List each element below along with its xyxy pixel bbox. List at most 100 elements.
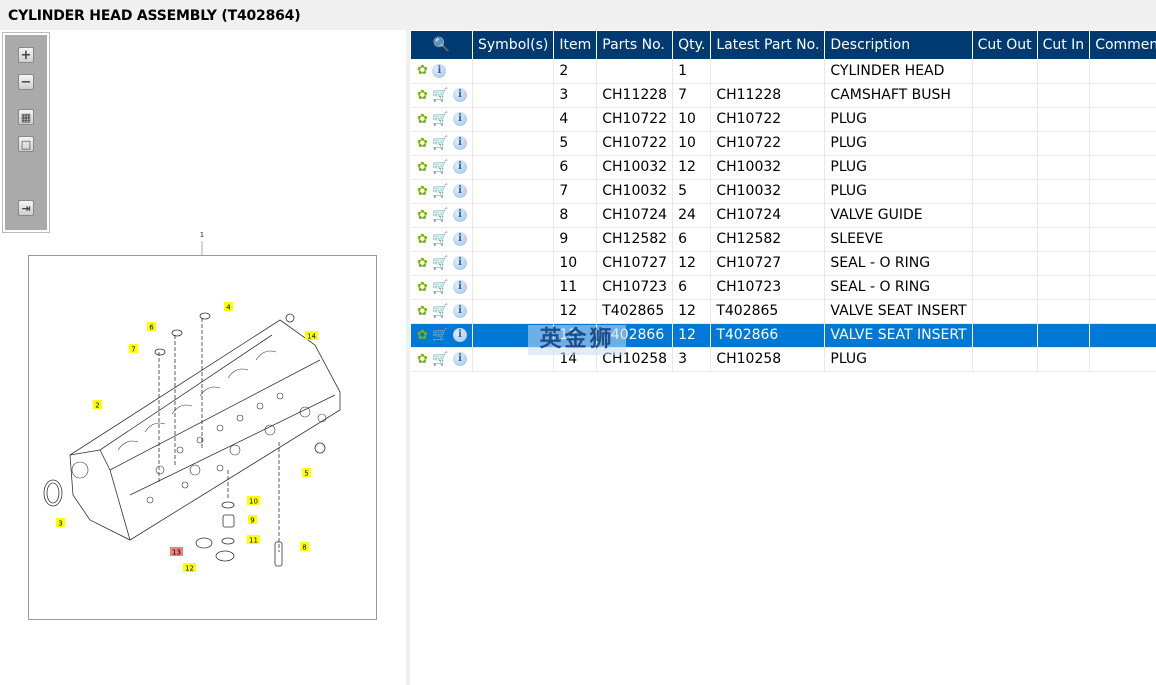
cell-cut-in <box>1037 179 1091 204</box>
info-icon[interactable]: i <box>453 232 467 246</box>
cell-qty: 10 <box>672 107 712 132</box>
cell-part-no: CH10722 <box>596 131 674 156</box>
fit-window-button[interactable]: □ <box>18 136 34 152</box>
row-actions: ✿ 🛒 i <box>411 83 473 108</box>
cart-icon[interactable]: 🛒 <box>432 88 448 103</box>
column-header-cut-in[interactable]: Cut In <box>1037 31 1091 59</box>
callout-3: 3 <box>56 518 65 528</box>
table-row[interactable]: ✿ 🛒 i 5 CH10722 10 CH10722 PLUG <box>411 131 1156 156</box>
gear-icon[interactable]: ✿ <box>417 136 428 151</box>
cell-latest-part-no <box>710 59 826 84</box>
panel-splitter[interactable] <box>406 30 410 685</box>
svg-text:7: 7 <box>131 346 135 354</box>
cart-icon[interactable]: 🛒 <box>432 352 448 367</box>
gear-icon[interactable]: ✿ <box>417 160 428 175</box>
cart-icon[interactable]: 🛒 <box>432 112 448 127</box>
info-icon[interactable]: i <box>453 328 467 342</box>
info-icon[interactable]: i <box>432 63 447 78</box>
cart-icon[interactable]: 🛒 <box>432 232 448 247</box>
table-row[interactable]: ✿ 🛒 i 8 CH10724 24 CH10724 VALVE GUIDE <box>411 203 1156 228</box>
column-header-symbols[interactable]: Symbol(s) <box>472 31 555 59</box>
zoom-in-button[interactable]: + <box>18 47 34 63</box>
gear-icon[interactable]: ✿ <box>417 232 428 247</box>
info-icon[interactable]: i <box>453 256 467 270</box>
gear-icon[interactable]: ✿ <box>417 328 428 343</box>
cell-cut-out <box>972 299 1038 324</box>
gear-icon[interactable]: ✿ <box>417 63 428 78</box>
column-header-item[interactable]: Item <box>553 31 598 59</box>
gear-icon[interactable]: ✿ <box>417 112 428 127</box>
table-row[interactable]: ✿ 🛒 i 3 CH11228 7 CH11228 CAMSHAFT BUSH <box>411 83 1156 108</box>
cell-item: 9 <box>553 227 598 252</box>
cart-icon[interactable]: 🛒 <box>432 208 448 223</box>
figure-label: 1 <box>200 231 204 239</box>
export-button[interactable]: ⇥ <box>18 200 34 216</box>
gear-icon[interactable]: ✿ <box>417 352 428 367</box>
cell-symbols <box>472 203 555 228</box>
cell-symbols <box>472 107 555 132</box>
page-title: CYLINDER HEAD ASSEMBLY (T402864) <box>8 8 301 24</box>
cell-part-no <box>596 59 674 84</box>
info-icon[interactable]: i <box>453 88 467 102</box>
cell-item: 3 <box>553 83 598 108</box>
drawing-panel[interactable]: 1 2 3 4 5 6 7 8 9 10 11 12 13 14 + − ▦ □… <box>0 30 406 685</box>
cell-item: 7 <box>553 179 598 204</box>
cell-latest-part-no: CH10722 <box>710 107 826 132</box>
info-icon[interactable]: i <box>453 208 467 222</box>
gear-icon[interactable]: ✿ <box>417 88 428 103</box>
column-search-header[interactable]: 🔍 <box>411 31 473 59</box>
table-row[interactable]: ✿ 🛒 i 6 CH10032 12 CH10032 PLUG <box>411 155 1156 180</box>
cart-icon[interactable]: 🛒 <box>432 184 448 199</box>
cell-item: 11 <box>553 275 598 300</box>
info-icon[interactable]: i <box>453 136 467 150</box>
svg-text:5: 5 <box>304 470 308 478</box>
table-row[interactable]: ✿ 🛒 i 11 CH10723 6 CH10723 SEAL - O RING <box>411 275 1156 300</box>
info-icon[interactable]: i <box>453 352 467 366</box>
search-icon[interactable]: 🔍 <box>433 37 450 53</box>
cell-comment <box>1089 323 1156 348</box>
cell-latest-part-no: CH11228 <box>710 83 826 108</box>
table-row[interactable]: ✿ 🛒 i 12 T402865 12 T402865 VALVE SEAT I… <box>411 299 1156 324</box>
cell-cut-in <box>1037 203 1091 228</box>
table-row[interactable]: ✿ 🛒 i 13 T402866 12 T402866 VALVE SEAT I… <box>411 323 1156 348</box>
column-header-parts-no[interactable]: Parts No. <box>596 31 674 59</box>
gear-icon[interactable]: ✿ <box>417 184 428 199</box>
table-row[interactable]: ✿ i 2 1 CYLINDER HEAD <box>411 59 1156 84</box>
info-icon[interactable]: i <box>453 280 467 294</box>
column-header-description[interactable]: Description <box>824 31 973 59</box>
info-icon[interactable]: i <box>453 112 467 126</box>
exploded-drawing[interactable]: 1 2 3 4 5 6 7 8 9 10 11 12 13 14 <box>0 30 406 685</box>
cart-icon[interactable]: 🛒 <box>432 256 448 271</box>
gear-icon[interactable]: ✿ <box>417 256 428 271</box>
cart-icon[interactable]: 🛒 <box>432 136 448 151</box>
gear-icon[interactable]: ✿ <box>417 280 428 295</box>
fit-all-button[interactable]: ▦ <box>18 109 34 125</box>
table-row[interactable]: ✿ 🛒 i 4 CH10722 10 CH10722 PLUG <box>411 107 1156 132</box>
zoom-out-button[interactable]: − <box>18 74 34 90</box>
info-icon[interactable]: i <box>453 160 467 174</box>
svg-text:14: 14 <box>307 333 316 341</box>
table-row[interactable]: ✿ 🛒 i 9 CH12582 6 CH12582 SLEEVE <box>411 227 1156 252</box>
cart-icon[interactable]: 🛒 <box>432 304 448 319</box>
cell-description: PLUG <box>824 179 973 204</box>
cell-qty: 7 <box>672 83 712 108</box>
table-row[interactable]: ✿ 🛒 i 7 CH10032 5 CH10032 PLUG <box>411 179 1156 204</box>
svg-text:2: 2 <box>95 402 99 410</box>
cart-icon[interactable]: 🛒 <box>432 280 448 295</box>
cart-icon[interactable]: 🛒 <box>432 160 448 175</box>
cell-qty: 1 <box>672 59 712 84</box>
callout-11: 11 <box>247 535 260 545</box>
column-header-comment[interactable]: Comment <box>1089 31 1156 59</box>
info-icon[interactable]: i <box>453 184 467 198</box>
table-row[interactable]: ✿ 🛒 i 14 CH10258 3 CH10258 PLUG <box>411 347 1156 372</box>
gear-icon[interactable]: ✿ <box>417 208 428 223</box>
column-header-qty[interactable]: Qty. <box>672 31 712 59</box>
cell-qty: 3 <box>672 347 712 372</box>
drawing-frame <box>28 255 377 620</box>
table-row[interactable]: ✿ 🛒 i 10 CH10727 12 CH10727 SEAL - O RIN… <box>411 251 1156 276</box>
column-header-latest-part-no[interactable]: Latest Part No. <box>710 31 826 59</box>
cart-icon[interactable]: 🛒 <box>432 328 448 343</box>
info-icon[interactable]: i <box>453 304 467 318</box>
column-header-cut-out[interactable]: Cut Out <box>972 31 1038 59</box>
gear-icon[interactable]: ✿ <box>417 304 428 319</box>
